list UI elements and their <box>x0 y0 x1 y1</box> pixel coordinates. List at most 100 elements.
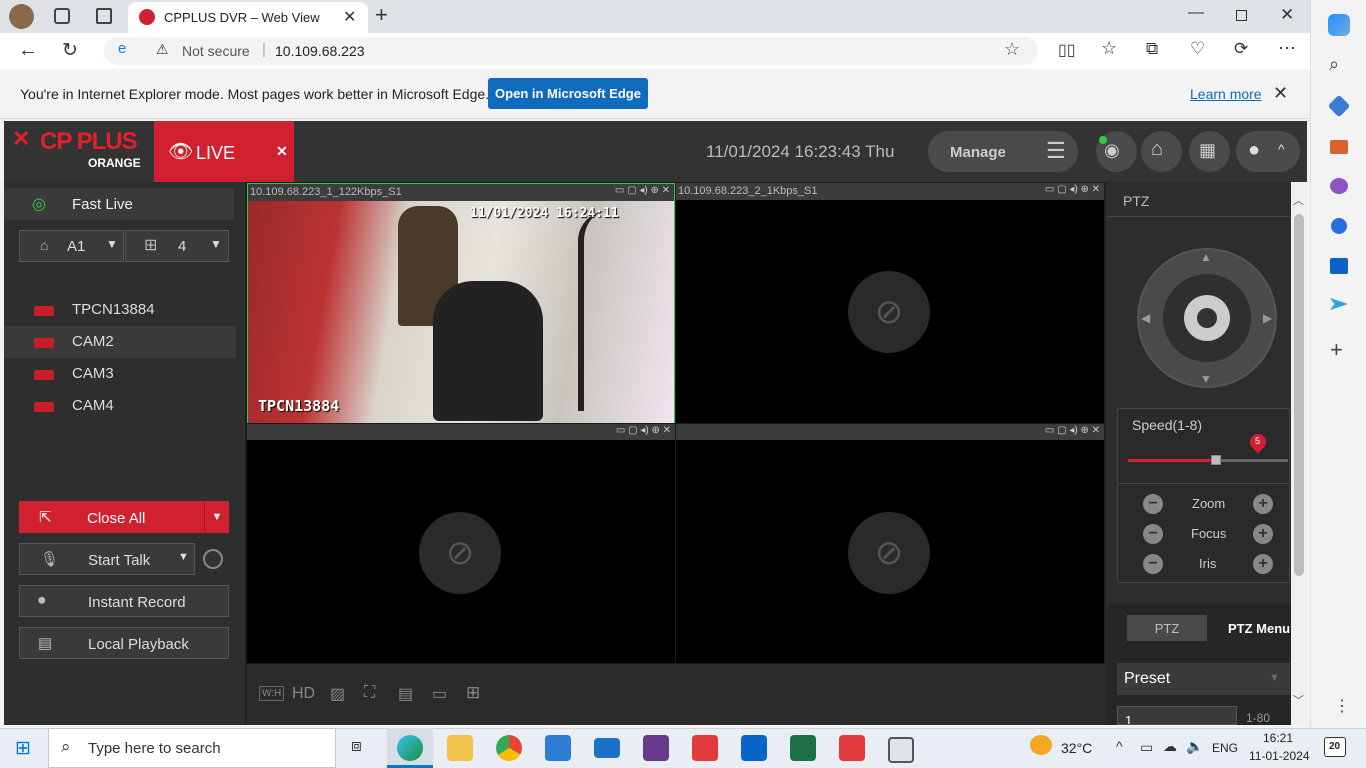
channel-item[interactable]: CAM2 <box>4 326 236 358</box>
restore-icon[interactable] <box>1236 10 1247 21</box>
tile-toolbar-icons[interactable]: ▭ ▢ ◂) ⊕ ✕ <box>616 425 671 436</box>
anydesk-icon[interactable] <box>692 735 718 761</box>
focus-in-button[interactable]: + <box>1253 524 1273 544</box>
minimize-icon[interactable]: — <box>1188 4 1204 22</box>
browser-tab[interactable]: CPPLUS DVR – Web View ✕ <box>128 2 368 33</box>
windows-start-icon[interactable]: ⊞ <box>15 737 31 760</box>
tab-close-icon[interactable]: ✕ <box>343 7 356 27</box>
ie-reload-icon[interactable]: ⟳ <box>1234 39 1248 59</box>
ptz-joystick[interactable]: ▲ ▼ ◀ ▶ <box>1137 248 1277 388</box>
clock-date[interactable]: 11-01-2024 <box>1249 749 1310 763</box>
video-tile-4[interactable]: ▭ ▢ ◂) ⊕ ✕ ⊘ <box>676 424 1104 663</box>
focus-out-button[interactable]: − <box>1143 524 1163 544</box>
warning-icon[interactable]: ⚠ <box>156 41 169 58</box>
profile-avatar[interactable] <box>9 4 34 29</box>
iris-open-button[interactable]: + <box>1253 554 1273 574</box>
pan-up-icon[interactable]: ▲ <box>1200 250 1212 264</box>
tray-chevron-icon[interactable]: ^ <box>1116 738 1123 754</box>
tile-toolbar-icons[interactable]: ▭ ▢ ◂) ⊕ ✕ <box>1045 184 1100 195</box>
office-icon[interactable] <box>1331 218 1347 234</box>
notification-button[interactable]: 20 <box>1324 737 1346 757</box>
store-icon[interactable] <box>545 735 571 761</box>
volume-icon[interactable]: 🔈 <box>1186 738 1203 755</box>
window-icon[interactable]: ▤ <box>398 684 413 704</box>
split-screen-icon[interactable]: ▯▯ <box>1058 40 1076 60</box>
close-window-icon[interactable]: ✕ <box>1280 5 1294 25</box>
talk-status-icon[interactable] <box>203 549 223 569</box>
sidebar-settings-icon[interactable]: ⋮ <box>1334 696 1350 716</box>
favorite-star-icon[interactable]: ☆ <box>1004 39 1020 60</box>
back-icon[interactable]: ← <box>18 39 38 62</box>
single-layout-icon[interactable]: ▭ <box>432 684 447 704</box>
taskbar-search[interactable]: ⌕ Type here to search <box>48 728 336 768</box>
close-all-dropdown[interactable]: ▼ <box>204 501 229 533</box>
channel-item[interactable]: CAM4 <box>4 390 236 422</box>
qr-button[interactable]: ▦ <box>1189 131 1230 172</box>
excel-icon[interactable] <box>790 735 816 761</box>
document-icon[interactable] <box>888 737 914 763</box>
performance-icon[interactable]: ♡ <box>1190 39 1205 59</box>
refresh-icon[interactable]: ↻ <box>62 39 78 62</box>
clock-time[interactable]: 16:21 <box>1263 731 1293 745</box>
outlook-taskbar-icon[interactable] <box>741 735 767 761</box>
video-tile-1[interactable]: 10.109.68.223_1_122Kbps_S1 ▭ ▢ ◂) ⊕ ✕ 11… <box>247 183 675 423</box>
copilot-icon[interactable] <box>1328 14 1350 36</box>
task-view-icon[interactable]: ⧈ <box>351 736 362 756</box>
address-bar[interactable]: e ⚠ Not secure | 10.109.68.223 ☆ <box>104 37 1038 65</box>
tab-actions-icon[interactable] <box>96 8 112 24</box>
video-tile-2[interactable]: 10.109.68.223_2_1Kbps_S1 ▭ ▢ ◂) ⊕ ✕ ⊘ <box>676 183 1104 423</box>
close-all-button[interactable]: ⇱ Close All <box>19 501 205 533</box>
tab-ptz-menu[interactable]: PTZ Menu <box>1228 621 1290 636</box>
tile-toolbar-icons[interactable]: ▭ ▢ ◂) ⊕ ✕ <box>1045 425 1100 436</box>
pan-right-icon[interactable]: ▶ <box>1263 311 1272 325</box>
hd-button[interactable]: HD <box>292 685 315 703</box>
channel-item[interactable]: CAM3 <box>4 358 236 390</box>
scroll-up-icon[interactable]: ︿ <box>1293 192 1304 208</box>
pan-down-icon[interactable]: ▼ <box>1200 372 1212 386</box>
chrome-icon[interactable] <box>496 735 522 761</box>
aspect-ratio-button[interactable]: W:H <box>259 686 285 701</box>
channel-item[interactable]: TPCN13884 <box>4 294 236 326</box>
home-button[interactable]: ⌂ <box>1141 131 1182 172</box>
file-explorer-icon[interactable] <box>447 735 473 761</box>
page-scrollbar[interactable]: ︿ ﹀ <box>1291 182 1307 725</box>
eye-view-button[interactable]: ◉ <box>1096 131 1137 172</box>
tray-cloud-icon[interactable]: ☁ <box>1163 738 1177 755</box>
instant-record-button[interactable]: ⏺ Instant Record <box>19 585 229 617</box>
local-playback-button[interactable]: ▤ Local Playback <box>19 627 229 659</box>
image-adjust-icon[interactable]: ▨ <box>330 684 345 704</box>
scroll-down-icon[interactable]: ﹀ <box>1293 692 1304 708</box>
live-tab[interactable]: 👁 LIVE ✕ <box>154 121 294 182</box>
zoom-out-button[interactable]: − <box>1143 494 1163 514</box>
fullscreen-icon[interactable]: ⛶ <box>364 684 375 702</box>
workspaces-icon[interactable] <box>54 8 70 24</box>
dismiss-ie-bar-icon[interactable]: ✕ <box>1273 83 1288 104</box>
tools-icon[interactable] <box>1330 140 1348 154</box>
tab-ptz[interactable]: PTZ <box>1127 615 1207 641</box>
ie-mode-icon[interactable]: e <box>118 40 126 57</box>
anydesk-2-icon[interactable] <box>839 735 865 761</box>
user-button[interactable]: ● ^ <box>1236 131 1300 172</box>
edge-taskbar-icon[interactable] <box>387 728 433 768</box>
tray-network-icon[interactable]: ▭ <box>1140 739 1153 756</box>
mail-icon[interactable] <box>594 738 620 758</box>
open-in-edge-button[interactable]: Open in Microsoft Edge <box>488 78 648 109</box>
iris-close-button[interactable]: − <box>1143 554 1163 574</box>
new-tab-icon[interactable]: + <box>375 2 388 28</box>
learn-more-link[interactable]: Learn more <box>1190 86 1262 102</box>
tile-toolbar-icons[interactable]: ▭ ▢ ◂) ⊕ ✕ <box>615 185 670 196</box>
scrollbar-thumb[interactable] <box>1294 214 1304 576</box>
preset-select[interactable]: Preset ▼ <box>1117 663 1290 695</box>
speed-slider-handle[interactable] <box>1211 455 1221 465</box>
video-tile-3[interactable]: ▭ ▢ ◂) ⊕ ✕ ⊘ <box>247 424 675 663</box>
quad-layout-icon[interactable]: ⊞ <box>466 683 480 703</box>
weather-icon[interactable] <box>1030 735 1052 755</box>
more-menu-icon[interactable]: ⋯ <box>1278 38 1296 59</box>
language-indicator[interactable]: ENG <box>1212 741 1238 755</box>
pan-left-icon[interactable]: ◀ <box>1141 311 1150 325</box>
favorites-icon[interactable]: ☆ <box>1101 38 1117 59</box>
manage-button[interactable]: Manage ☰ <box>928 131 1078 172</box>
outlook-icon[interactable] <box>1330 258 1348 274</box>
collections-icon[interactable]: ⧉ <box>1146 39 1158 59</box>
add-sidebar-icon[interactable]: + <box>1330 337 1343 363</box>
